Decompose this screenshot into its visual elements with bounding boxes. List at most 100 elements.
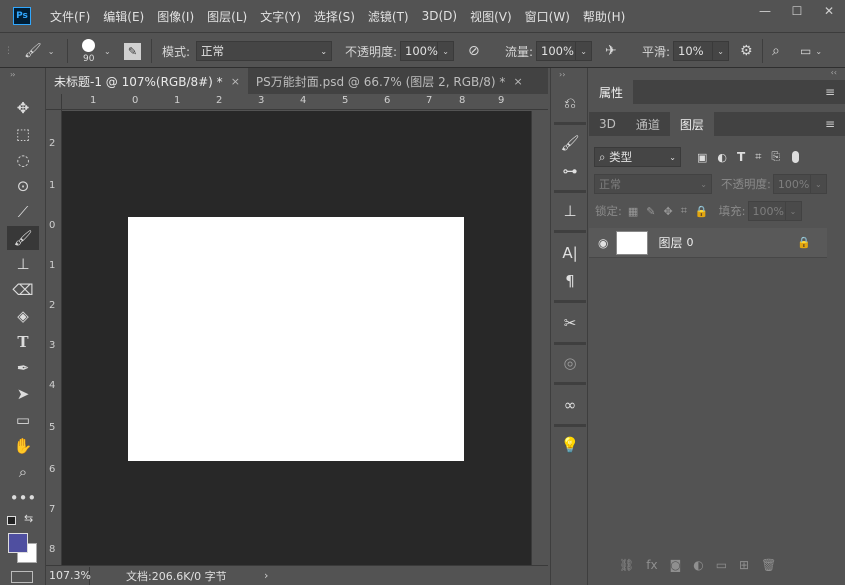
layer-opacity-dropdown[interactable]: ⌄ bbox=[810, 174, 827, 194]
tab-properties[interactable]: 属性 bbox=[589, 80, 634, 104]
layer-filter-select[interactable]: ⌕ 类型 ⌄ bbox=[594, 147, 681, 167]
maximize-button[interactable]: ☐ bbox=[781, 0, 813, 22]
mode-select[interactable]: 正常 ⌄ bbox=[196, 41, 333, 61]
quick-selection-tool-icon[interactable]: ⊙ bbox=[7, 174, 39, 198]
layer-opacity-input[interactable]: 100% bbox=[772, 174, 811, 194]
menu-layer[interactable]: 图层(L) bbox=[207, 8, 247, 25]
tab-layers[interactable]: 图层 bbox=[669, 112, 714, 136]
new-group-icon[interactable]: ▭ bbox=[716, 558, 727, 572]
opacity-input[interactable]: 100% bbox=[400, 41, 439, 61]
brush-tool-icon[interactable]: 🖌 bbox=[7, 226, 39, 250]
fill-dropdown[interactable]: ⌄ bbox=[785, 201, 802, 221]
type-tool-icon[interactable]: T bbox=[7, 330, 39, 354]
menu-file[interactable]: 文件(F) bbox=[50, 8, 90, 25]
lock-transparent-icon[interactable]: ▦ bbox=[628, 205, 638, 218]
tab-untitled-1[interactable]: 未标题-1 @ 107%(RGB/8#) * × bbox=[46, 68, 248, 94]
menu-3d[interactable]: 3D(D) bbox=[422, 9, 457, 23]
blend-mode-select[interactable]: 正常 ⌄ bbox=[594, 174, 712, 194]
vertical-ruler[interactable]: 2 1 0 1 2 3 4 5 6 7 8 bbox=[46, 110, 62, 565]
menu-view[interactable]: 视图(V) bbox=[470, 8, 512, 25]
menu-edit[interactable]: 编辑(E) bbox=[103, 8, 144, 25]
lock-image-icon[interactable]: ✎ bbox=[646, 205, 655, 218]
flow-dropdown[interactable]: ⌄ bbox=[576, 41, 593, 61]
layer-style-icon[interactable]: fx bbox=[646, 558, 657, 572]
fill-input[interactable]: 100% bbox=[747, 201, 786, 221]
link-layers-icon[interactable]: ⛓ bbox=[619, 558, 634, 572]
brush-settings-panel-icon[interactable]: 🖌 bbox=[557, 130, 583, 156]
foreground-color-swatch[interactable] bbox=[8, 533, 28, 553]
filter-toggle-icon[interactable] bbox=[792, 151, 800, 163]
dock-collapse-icon[interactable]: ›› bbox=[559, 70, 565, 79]
close-button[interactable]: ✕ bbox=[813, 0, 845, 22]
marquee-tool-icon[interactable]: ⬚ bbox=[7, 122, 39, 146]
flow-input[interactable]: 100% bbox=[536, 41, 577, 61]
learn-panel-icon[interactable]: 💡 bbox=[557, 432, 583, 458]
ruler-origin[interactable] bbox=[46, 94, 62, 110]
tools-preset-panel-icon[interactable]: ✂ bbox=[557, 310, 583, 336]
tab-close-icon[interactable]: × bbox=[231, 75, 240, 88]
smoothing-dropdown[interactable]: ⌄ bbox=[713, 41, 730, 61]
menu-select[interactable]: 选择(S) bbox=[314, 8, 355, 25]
lasso-tool-icon[interactable]: ◌ bbox=[7, 148, 39, 172]
panel-collapse-icon[interactable]: ›› bbox=[10, 70, 16, 79]
workspace-switcher[interactable]: ▭ ⌄ bbox=[800, 33, 822, 69]
search-button[interactable]: ⌕ bbox=[772, 33, 780, 69]
menu-help[interactable]: 帮助(H) bbox=[583, 8, 625, 25]
eraser-tool-icon[interactable]: ⌫ bbox=[7, 278, 39, 302]
tab-close-icon[interactable]: × bbox=[513, 75, 522, 88]
panel-menu-icon[interactable]: ≡ bbox=[825, 85, 835, 99]
brush-preset-picker[interactable]: 🖌 ⌄ bbox=[24, 33, 54, 69]
filter-type-icon[interactable]: T bbox=[737, 150, 745, 164]
menu-type[interactable]: 文字(Y) bbox=[260, 8, 301, 25]
menu-filter[interactable]: 滤镜(T) bbox=[368, 8, 409, 25]
adjustment-layer-icon[interactable]: ◐ bbox=[693, 558, 703, 572]
panel-menu-icon[interactable]: ≡ bbox=[825, 117, 835, 131]
lock-artboard-icon[interactable]: ⌗ bbox=[681, 204, 687, 218]
more-tools-icon[interactable]: ••• bbox=[7, 486, 39, 510]
clone-stamp-tool-icon[interactable]: ⊥ bbox=[7, 252, 39, 276]
filter-adjustment-icon[interactable]: ◐ bbox=[717, 151, 727, 164]
pressure-opacity-button[interactable]: ⊘ bbox=[468, 33, 480, 69]
history-panel-icon[interactable]: ⎌ bbox=[557, 90, 583, 116]
horizontal-ruler[interactable]: 1 0 1 2 3 4 5 6 7 8 9 bbox=[62, 94, 548, 110]
tab-3d[interactable]: 3D bbox=[589, 112, 626, 136]
paint-bucket-tool-icon[interactable]: ◈ bbox=[7, 304, 39, 328]
panel-collapse-icon[interactable]: ‹‹ bbox=[831, 68, 837, 77]
layer-mask-icon[interactable]: ◙ bbox=[670, 558, 682, 572]
path-selection-tool-icon[interactable]: ➤ bbox=[7, 382, 39, 406]
filter-smart-object-icon[interactable]: ⎘ bbox=[771, 150, 780, 164]
menu-image[interactable]: 图像(I) bbox=[157, 8, 194, 25]
status-menu-arrow-icon[interactable]: › bbox=[264, 569, 268, 582]
clone-source-panel-icon[interactable]: ⊥ bbox=[557, 198, 583, 224]
zoom-tool-icon[interactable]: ⌕ bbox=[7, 460, 39, 484]
smoothing-settings-button[interactable]: ⚙ bbox=[740, 33, 753, 69]
quick-mask-icon[interactable] bbox=[11, 571, 33, 583]
default-colors-icon[interactable] bbox=[7, 516, 16, 525]
move-tool-icon[interactable]: ✥ bbox=[7, 96, 39, 120]
pen-tool-icon[interactable]: ✒ bbox=[7, 356, 39, 380]
brush-size-picker[interactable]: 90 ⌄ bbox=[78, 33, 111, 69]
paragraph-panel-icon[interactable]: ¶ bbox=[557, 268, 583, 294]
creative-cloud-libraries-icon[interactable]: ∞ bbox=[557, 392, 583, 418]
brush-settings-toggle[interactable]: ✎ bbox=[124, 33, 141, 69]
filter-pixel-icon[interactable]: ▣ bbox=[697, 151, 707, 164]
smoothing-input[interactable]: 10% bbox=[673, 41, 714, 61]
document-canvas[interactable] bbox=[128, 217, 464, 461]
swap-colors-icon[interactable]: ⇆ bbox=[24, 512, 33, 525]
layer-name[interactable]: 图层 bbox=[658, 234, 682, 251]
minimize-button[interactable]: — bbox=[749, 0, 781, 22]
eye-icon[interactable]: ◉ bbox=[598, 236, 608, 250]
vertical-scrollbar[interactable] bbox=[531, 111, 548, 565]
menu-window[interactable]: 窗口(W) bbox=[525, 8, 570, 25]
hand-tool-icon[interactable]: ✋ bbox=[7, 434, 39, 458]
new-layer-icon[interactable]: ⊞ bbox=[739, 558, 749, 572]
character-panel-icon[interactable]: A| bbox=[557, 240, 583, 266]
layer-row[interactable]: ◉ 图层 0 🔒 bbox=[589, 228, 827, 258]
actions-panel-icon[interactable]: ◎ bbox=[557, 350, 583, 376]
lock-all-icon[interactable]: 🔒 bbox=[695, 205, 709, 218]
adjustments-panel-icon[interactable]: ⊶ bbox=[557, 158, 583, 184]
airbrush-button[interactable]: ✈ bbox=[605, 33, 617, 69]
eyedropper-tool-icon[interactable]: ⟋ bbox=[7, 200, 39, 224]
tab-channels[interactable]: 通道 bbox=[626, 112, 670, 136]
zoom-level-input[interactable]: 107.3% bbox=[46, 566, 91, 585]
